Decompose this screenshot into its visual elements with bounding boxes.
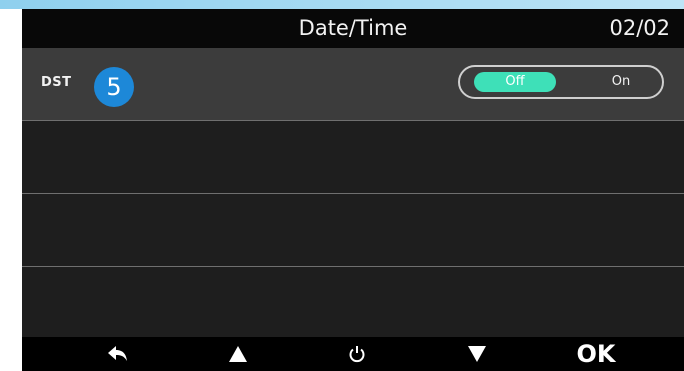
up-button[interactable] xyxy=(208,337,268,371)
power-button[interactable] xyxy=(327,337,387,371)
back-button[interactable] xyxy=(88,337,148,371)
step-number-badge: 5 xyxy=(94,67,134,107)
ok-label: OK xyxy=(576,340,616,368)
device-screen: Date/Time 02/02 DST 5 Off On OK xyxy=(22,9,684,371)
dst-toggle[interactable]: Off On xyxy=(458,65,664,99)
down-arrow-icon xyxy=(468,346,486,362)
setting-row-dst[interactable]: DST 5 Off On xyxy=(22,48,684,121)
back-arrow-icon xyxy=(108,346,127,361)
up-arrow-icon xyxy=(229,346,247,362)
setting-row-empty xyxy=(22,267,684,337)
top-accent-strip xyxy=(0,0,684,9)
toggle-option-off[interactable]: Off xyxy=(474,72,556,92)
power-icon xyxy=(349,346,365,363)
page-indicator: 02/02 xyxy=(609,16,670,40)
button-hint-bar: OK xyxy=(22,337,684,371)
down-button[interactable] xyxy=(447,337,507,371)
ok-button[interactable]: OK xyxy=(566,337,626,371)
setting-row-empty xyxy=(22,194,684,267)
setting-label: DST xyxy=(41,75,72,90)
page-title: Date/Time xyxy=(298,16,408,40)
header-bar: Date/Time 02/02 xyxy=(22,9,684,48)
toggle-option-on[interactable]: On xyxy=(596,72,646,92)
setting-row-empty xyxy=(22,121,684,194)
